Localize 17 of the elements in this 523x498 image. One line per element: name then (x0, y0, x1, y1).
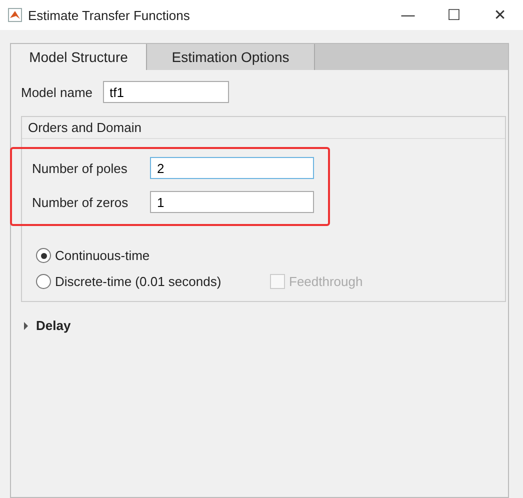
number-field[interactable]: 2 (150, 157, 314, 179)
field-label: Number of poles (32, 160, 128, 176)
delay-expander[interactable]: Delay (21, 318, 71, 333)
number-field[interactable]: 1 (150, 191, 314, 213)
tab[interactable]: Estimation Options (147, 44, 315, 70)
minimize-button[interactable]: — (385, 0, 431, 30)
radio-button[interactable]: Continuous-time (36, 248, 270, 263)
field-label: Model name (21, 84, 93, 100)
close-button[interactable]: ✕ (477, 0, 523, 30)
model-name-field[interactable]: tf1 (102, 81, 229, 103)
tab[interactable]: Model Structure (11, 44, 147, 70)
radio-button[interactable]: Discrete-time (0.01 seconds) (36, 274, 270, 289)
maximize-button[interactable]: ☐ (431, 0, 477, 30)
window-title: Estimate Transfer Functions (28, 8, 190, 22)
app-logo-icon (8, 8, 22, 22)
group-title: Orders and Domain (22, 117, 505, 139)
field-label: Number of zeros (32, 194, 130, 210)
